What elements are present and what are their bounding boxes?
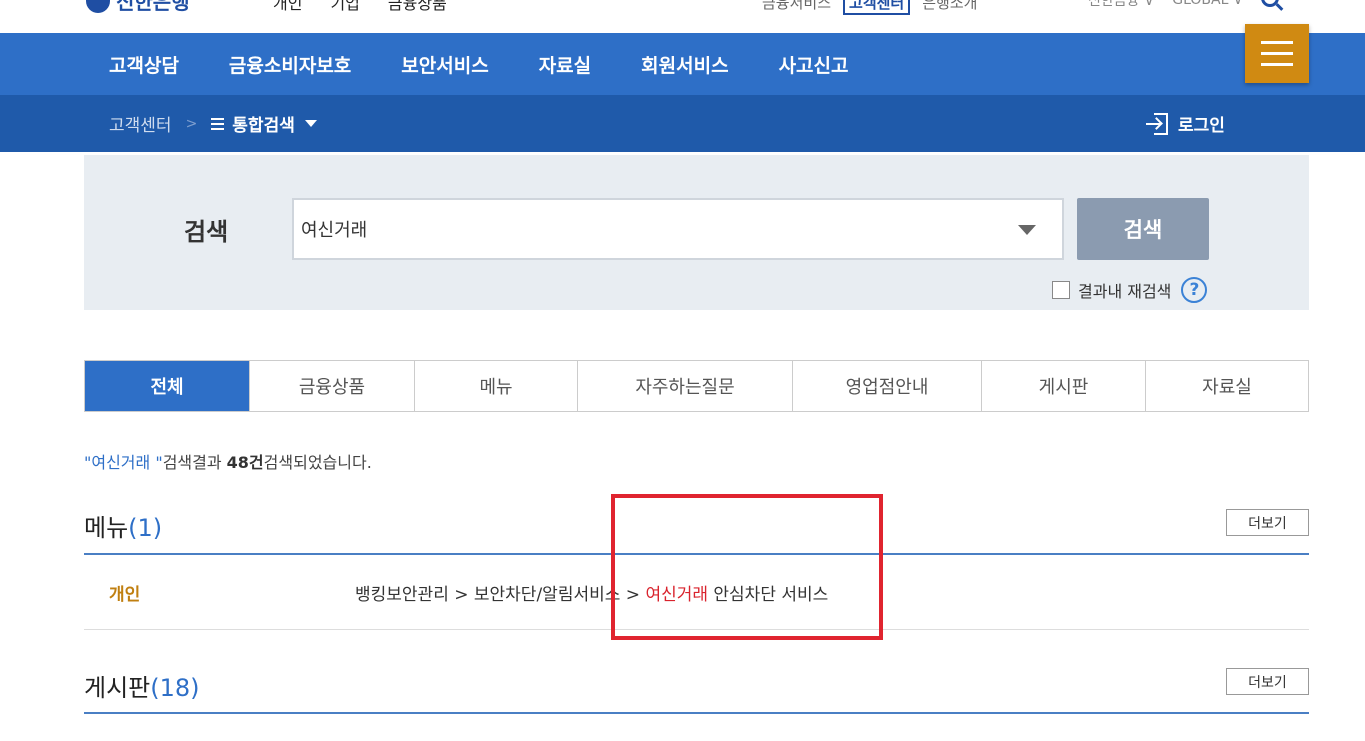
breadcrumb-root[interactable]: 고객센터 — [109, 111, 172, 136]
summary-keyword: "여신거래 " — [84, 453, 163, 472]
hamburger-icon-bar — [1261, 52, 1293, 55]
nav-customer-consult[interactable]: 고객상담 — [109, 51, 179, 78]
top-right-links: 신한금융 ∨ GLOBAL ∨ — [1088, 0, 1280, 10]
result-tabs: 전체 금융상품 메뉴 자주하는질문 영업점안내 게시판 자료실 — [84, 360, 1309, 412]
research-checkbox[interactable] — [1052, 281, 1070, 299]
top-nav: 개인 기업 금융상품 — [273, 0, 447, 14]
menu-more-button[interactable]: 더보기 — [1226, 509, 1309, 536]
login-label: 로그인 — [1178, 116, 1225, 136]
menu-section-title: 메뉴(1) — [84, 508, 162, 543]
research-within-results: 결과내 재검색 ? — [1052, 277, 1208, 303]
hamburger-icon-bar — [1261, 63, 1293, 66]
nav-security-service[interactable]: 보안서비스 — [401, 51, 488, 78]
top-nav-products[interactable]: 금융상품 — [388, 0, 447, 14]
top-nav-corporate[interactable]: 기업 — [330, 0, 359, 14]
main-nav: 고객상담 금융소비자보호 보안서비스 자료실 회원서비스 사고신고 — [0, 33, 1365, 95]
sub-nav: 고객센터 > 통합검색 로그인 — [0, 95, 1365, 152]
board-section-count: (18) — [150, 674, 200, 702]
search-icon[interactable] — [1261, 0, 1280, 7]
menu-result-category: 개인 — [109, 585, 141, 605]
util-financial-service[interactable]: 금융서비스 — [762, 0, 831, 13]
board-more-button[interactable]: 더보기 — [1226, 668, 1309, 695]
logo-text: 신한은행 — [116, 0, 190, 14]
login-button[interactable]: 로그인 — [1146, 95, 1225, 152]
hamburger-icon-bar — [1261, 41, 1293, 44]
top-utility-bar: 신한은행 개인 기업 금융상품 금융서비스 고객센터 은행소개 신한금융 ∨ G… — [0, 0, 1365, 33]
chevron-right-icon: > — [185, 115, 198, 132]
login-icon — [1146, 112, 1168, 135]
research-label[interactable]: 결과내 재검색 — [1078, 278, 1171, 302]
annotation-highlight-box — [611, 494, 883, 640]
board-section-name: 게시판 — [84, 674, 151, 702]
board-section-title: 게시판(18) — [84, 668, 200, 703]
util-bank-intro[interactable]: 은행소개 — [922, 0, 977, 13]
nav-accident-report[interactable]: 사고신고 — [779, 51, 849, 78]
search-input[interactable] — [294, 200, 1062, 258]
nav-consumer-protection[interactable]: 금융소비자보호 — [229, 51, 351, 78]
tab-branch-info[interactable]: 영업점안내 — [793, 361, 982, 411]
help-icon[interactable]: ? — [1181, 277, 1208, 303]
tab-board[interactable]: 게시판 — [982, 361, 1146, 411]
breadcrumb: 고객센터 > 통합검색 — [109, 95, 317, 152]
global-dropdown[interactable]: GLOBAL ∨ — [1172, 0, 1243, 8]
tab-menu[interactable]: 메뉴 — [415, 361, 578, 411]
menu-section-name: 메뉴 — [84, 514, 129, 542]
tab-faq[interactable]: 자주하는질문 — [578, 361, 793, 411]
util-customer-center[interactable]: 고객센터 — [843, 0, 911, 15]
hamburger-menu-button[interactable] — [1245, 24, 1309, 83]
breadcrumb-current[interactable]: 통합검색 — [232, 111, 295, 136]
top-util-links: 금융서비스 고객센터 은행소개 — [762, 0, 977, 15]
board-section-divider — [84, 712, 1309, 714]
list-menu-icon — [211, 117, 225, 130]
summary-count: 48건 — [226, 453, 264, 472]
top-nav-personal[interactable]: 개인 — [273, 0, 302, 14]
tab-all[interactable]: 전체 — [85, 361, 250, 411]
result-summary: "여신거래 "검색결과 48건검색되었습니다. — [84, 449, 372, 473]
tab-financial-products[interactable]: 금융상품 — [250, 361, 415, 411]
search-history-dropdown-icon[interactable] — [1018, 225, 1036, 235]
search-label: 검색 — [184, 218, 229, 246]
menu-result-path-prefix: 뱅킹보안관리 > 보안차단/알림서비스 > — [355, 585, 646, 605]
summary-mid: 검색결과 — [162, 453, 227, 472]
bank-logo[interactable]: 신한은행 — [86, 0, 190, 15]
summary-tail: 검색되었습니다. — [263, 453, 372, 472]
shinhan-group-dropdown[interactable]: 신한금융 ∨ — [1088, 0, 1154, 10]
logo-icon — [86, 0, 110, 13]
search-input-box — [292, 198, 1064, 260]
menu-section-count: (1) — [128, 514, 163, 542]
nav-library[interactable]: 자료실 — [539, 51, 591, 78]
tab-library[interactable]: 자료실 — [1146, 361, 1308, 411]
search-button[interactable]: 검색 — [1077, 198, 1209, 260]
search-panel: 검색 검색 결과내 재검색 ? — [84, 155, 1309, 310]
nav-member-service[interactable]: 회원서비스 — [641, 51, 728, 78]
caret-down-icon[interactable] — [304, 120, 317, 127]
